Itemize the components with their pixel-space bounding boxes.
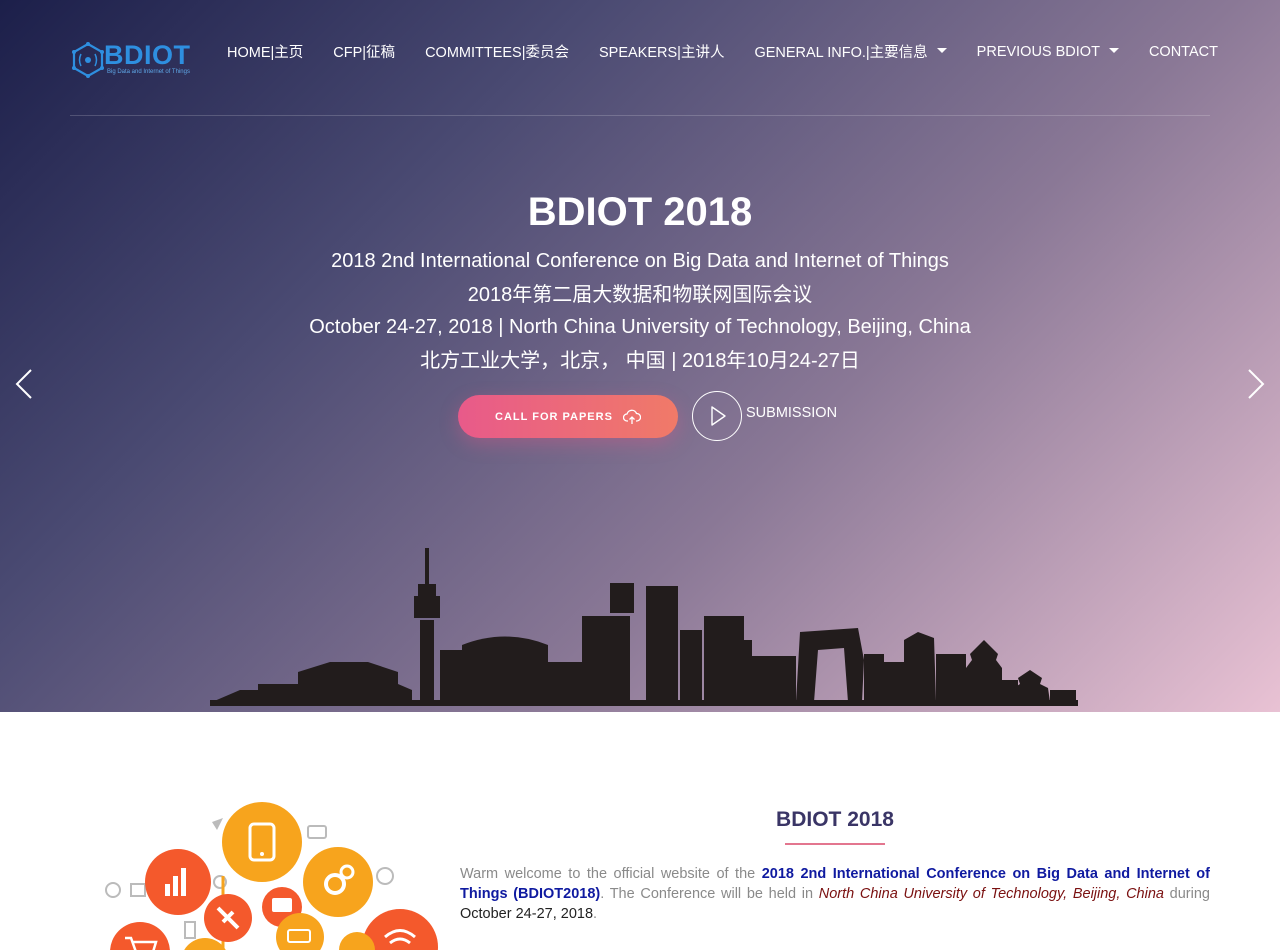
- conference-dates: October 24-27, 2018: [460, 906, 594, 922]
- cloud-upload-icon: [622, 409, 641, 424]
- play-video-button[interactable]: [692, 391, 742, 441]
- hero-date-en: October 24-27, 2018 | North China Univer…: [309, 316, 971, 338]
- nav-item-cfp[interactable]: CFP|征稿: [333, 41, 395, 62]
- nav-item-general-info[interactable]: GENERAL INFO.|主要信息: [754, 41, 947, 62]
- nav-item-committees[interactable]: COMMITTEES|委员会: [425, 41, 569, 62]
- welcome-end-text: .: [593, 906, 598, 922]
- hero-subtitle-cn: 2018年第二届大数据和物联网国际会议: [467, 284, 813, 306]
- logo-tagline: Big Data and Internet of Things: [107, 69, 190, 75]
- hexagon-logo-icon: [72, 42, 104, 78]
- hero-date-cn: 北方工业大学，北京， 中国 | 2018年10月24-27日: [420, 350, 860, 372]
- chevron-right-icon[interactable]: [1244, 366, 1268, 402]
- welcome-intro-text: Warm welcome to the official website of …: [460, 866, 762, 882]
- title-underline-divider: [785, 843, 885, 845]
- logo[interactable]: BDIOT Big Data and Internet of Things: [70, 40, 192, 80]
- call-for-papers-button[interactable]: CALL FOR PAPERS: [458, 395, 678, 438]
- welcome-paragraph: Warm welcome to the official website of …: [460, 864, 1210, 924]
- hero-banner: BDIOT Big Data and Internet of Things HO…: [0, 0, 1280, 712]
- welcome-mid-text: . The Conference will be held in: [600, 886, 819, 902]
- logo-text: BDIOT: [104, 40, 191, 70]
- hero-title: BDIOT 2018: [527, 190, 753, 234]
- conference-location: North China University of Technology, Be…: [818, 886, 1164, 902]
- nav-item-speakers[interactable]: SPEAKERS|主讲人: [599, 41, 724, 62]
- caret-down-icon: [936, 48, 947, 53]
- hero-subtitle-en: 2018 2nd International Conference on Big…: [331, 250, 949, 272]
- submission-link[interactable]: SUBMISSION: [746, 405, 837, 421]
- nav-item-contact[interactable]: CONTACT: [1149, 41, 1218, 62]
- cfp-button-label: CALL FOR PAPERS: [495, 410, 613, 423]
- top-navigation: BDIOT Big Data and Internet of Things HO…: [70, 0, 1218, 116]
- about-title: BDIOT 2018: [776, 808, 894, 831]
- iot-icons-illustration: [95, 800, 445, 950]
- chevron-left-icon[interactable]: [12, 366, 36, 402]
- nav-menu: HOME|主页 CFP|征稿 COMMITTEES|委员会 SPEAKERS|主…: [227, 41, 1218, 62]
- nav-item-home[interactable]: HOME|主页: [227, 41, 303, 62]
- welcome-during-text: during: [1163, 886, 1210, 902]
- caret-down-icon: [1108, 48, 1119, 53]
- nav-item-previous-bdiot[interactable]: PREVIOUS BDIOT: [977, 41, 1119, 62]
- play-icon: [710, 405, 726, 426]
